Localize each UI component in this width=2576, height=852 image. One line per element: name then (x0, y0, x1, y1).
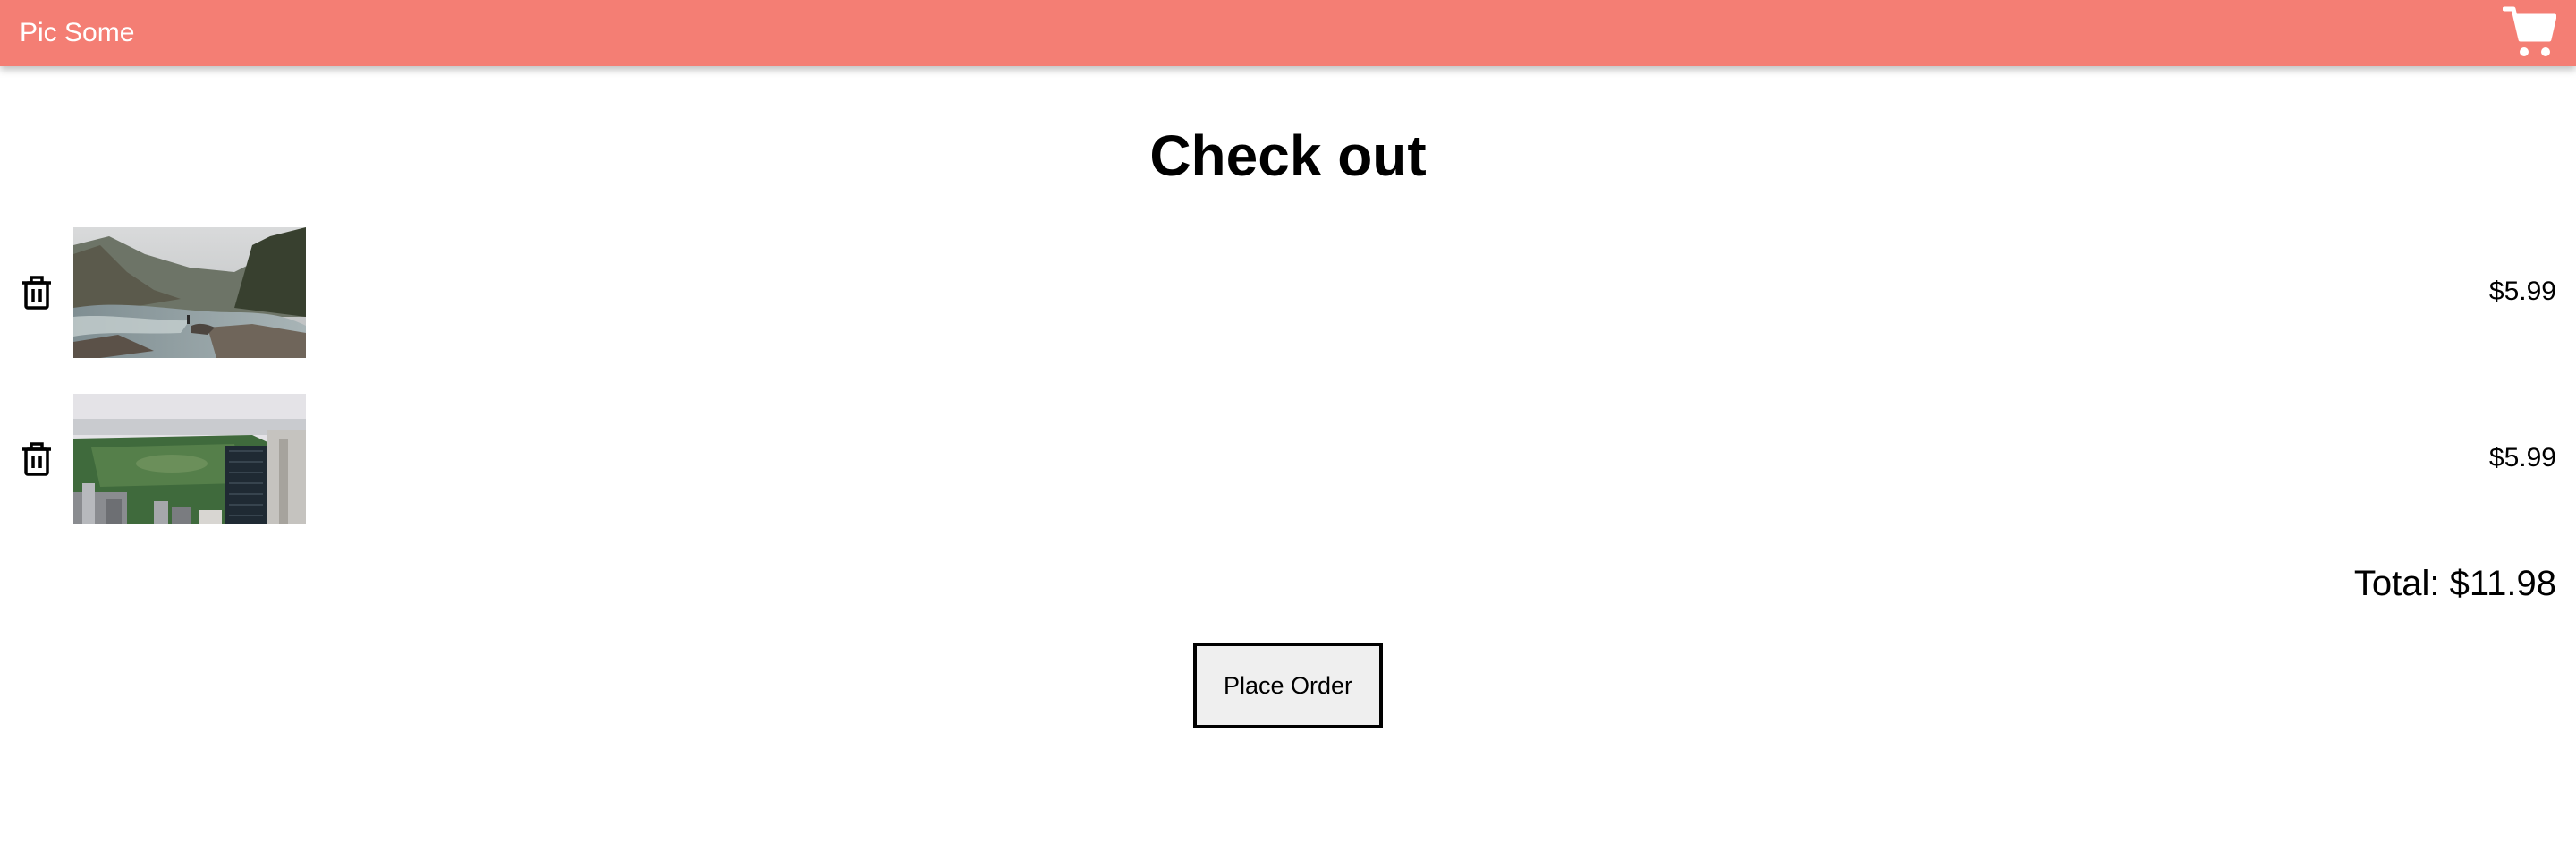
place-order-button[interactable]: Place Order (1193, 643, 1383, 728)
brand-title[interactable]: Pic Some (20, 0, 134, 66)
trash-icon (22, 276, 51, 310)
page-title: Check out (1149, 124, 1427, 188)
item-price: $5.99 (2488, 443, 2556, 473)
cart-item-image (73, 394, 306, 524)
order-total: Total: $11.98 (2353, 564, 2556, 603)
cart-item: $5.99 (0, 227, 2576, 358)
remove-item-button[interactable] (20, 441, 54, 477)
trash-icon (22, 442, 51, 476)
remove-item-button[interactable] (20, 275, 54, 311)
city-park-aerial-photo (73, 394, 306, 524)
item-price: $5.99 (2488, 277, 2556, 306)
cart-link[interactable] (2503, 4, 2556, 61)
river-landscape-photo (73, 227, 306, 358)
cart-item: $5.99 (0, 394, 2576, 524)
cart-item-image (73, 227, 306, 358)
header-bar: Pic Some (0, 0, 2576, 66)
cart-icon (2503, 6, 2556, 56)
